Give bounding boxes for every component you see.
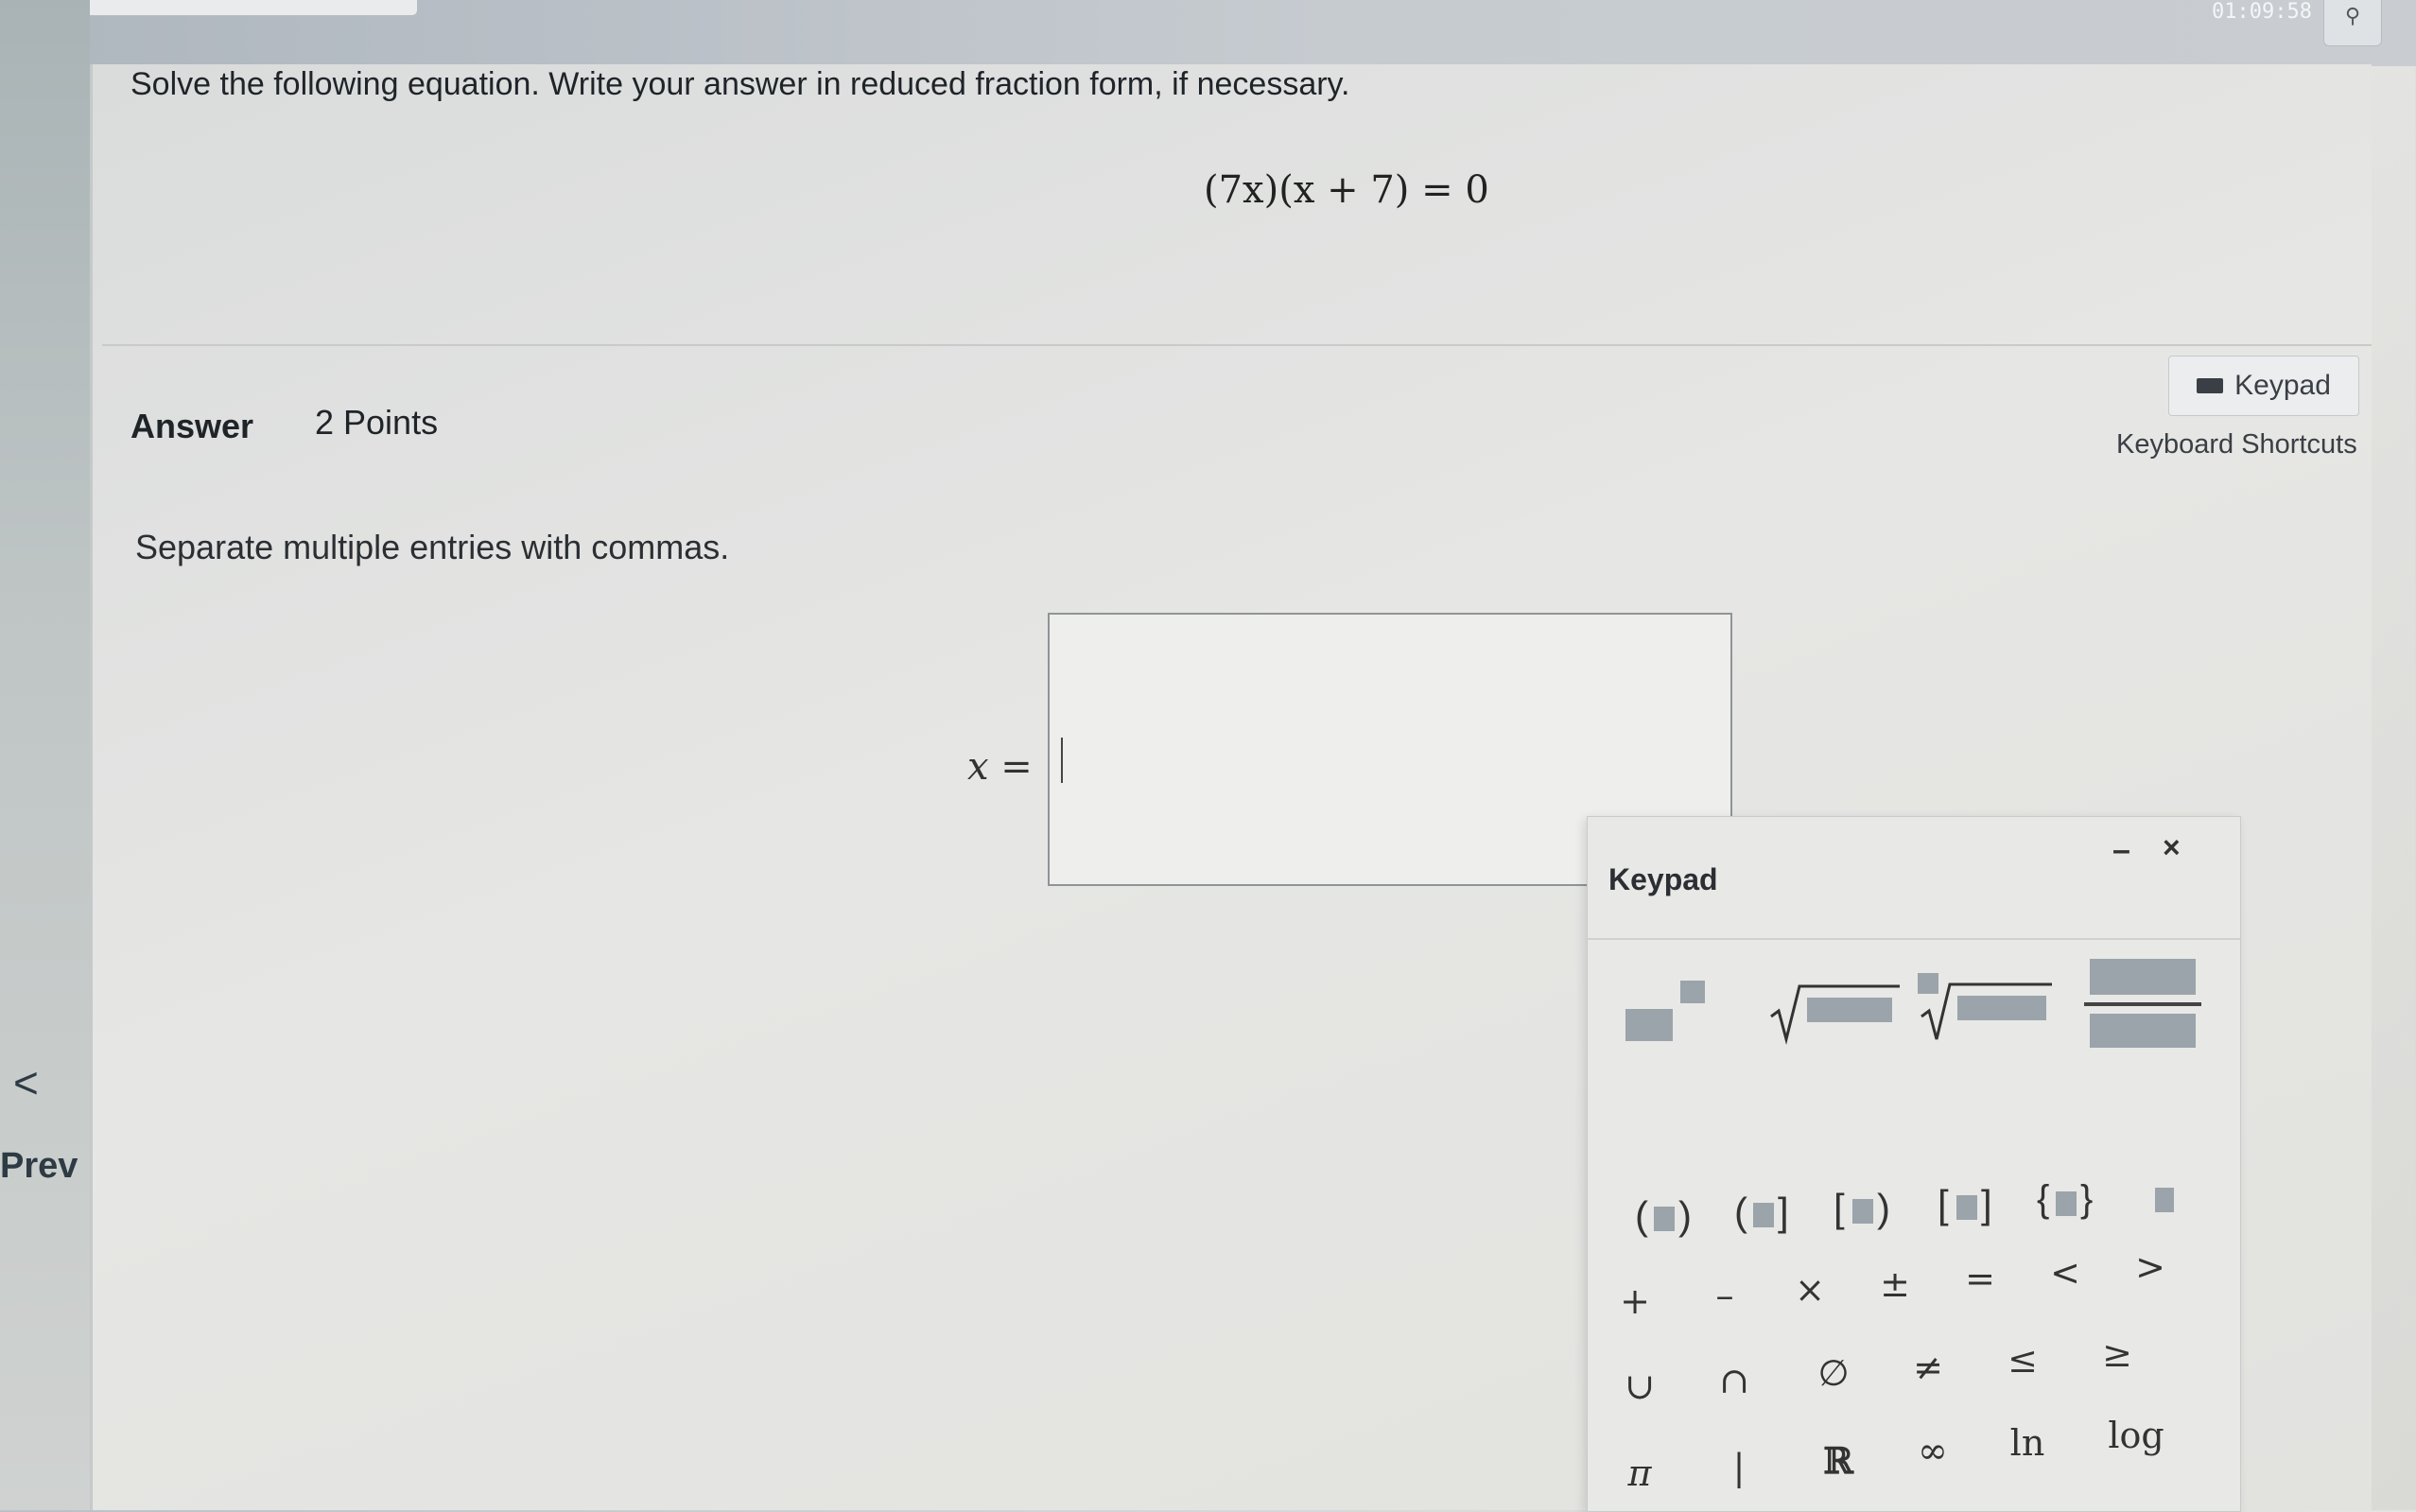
empty-set-key[interactable]: ∅: [1800, 1352, 1867, 1394]
plus-key[interactable]: +: [1602, 1280, 1668, 1322]
intersection-key[interactable]: ∩: [1701, 1360, 1767, 1401]
fraction-template-button[interactable]: [2084, 959, 2202, 1049]
exponent-template-button[interactable]: [1625, 973, 1748, 1049]
less-equal-key[interactable]: ≤: [1990, 1339, 2056, 1381]
brackets-template-button[interactable]: [ ]: [1938, 1182, 2004, 1239]
prev-button[interactable]: Prev: [0, 1146, 78, 1187]
question-panel: Solve the following equation. Write your…: [90, 64, 2372, 1512]
real-numbers-key[interactable]: ℝ: [1805, 1439, 1871, 1482]
minimize-keypad-button[interactable]: –: [2112, 832, 2130, 869]
question-instruction: Solve the following equation. Write your…: [130, 66, 1350, 102]
infinity-key[interactable]: ∞: [1900, 1430, 1966, 1471]
minus-key[interactable]: –: [1692, 1275, 1758, 1316]
nth-root-icon: [1918, 973, 2052, 1040]
square-root-template-button[interactable]: [1767, 973, 1904, 1049]
keypad-separator: [1588, 938, 2240, 940]
text-caret: [1061, 738, 1063, 783]
absolute-value-template-button[interactable]: [2136, 1176, 2193, 1233]
points-label: 2 Points: [315, 403, 439, 442]
close-keypad-button[interactable]: ×: [2163, 830, 2181, 865]
open-closed-interval-button[interactable]: ( ]: [1734, 1190, 1800, 1246]
not-equal-key[interactable]: ≠: [1895, 1347, 1961, 1388]
section-divider: [102, 344, 2372, 346]
separate-hint: Separate multiple entries with commas.: [135, 528, 730, 566]
less-than-key[interactable]: <: [2032, 1252, 2098, 1294]
keypad-panel: Keypad – × () (] [) [] {} + – × ± =…: [1587, 816, 2241, 1512]
timer: 01:09:58: [2212, 0, 2312, 24]
equals-key[interactable]: =: [1947, 1258, 2013, 1299]
sidebar: < Prev: [0, 0, 90, 1510]
keypad-toggle-button[interactable]: Keypad: [2168, 356, 2359, 416]
pin-icon[interactable]: ⚲: [2323, 0, 2382, 46]
square-root-icon: [1770, 984, 1900, 1045]
variable-prefix: x =: [967, 745, 1033, 789]
pi-key[interactable]: π: [1607, 1452, 1673, 1494]
keypad-title: Keypad: [1608, 862, 1718, 896]
plus-minus-key[interactable]: ±: [1862, 1263, 1928, 1305]
greater-equal-key[interactable]: ≥: [2084, 1333, 2150, 1375]
keyboard-icon: [2197, 378, 2224, 393]
ln-key[interactable]: ln: [1994, 1422, 2060, 1464]
union-key[interactable]: ∪: [1607, 1365, 1673, 1407]
nth-root-template-button[interactable]: [1914, 964, 2056, 1049]
keypad-toggle-label: Keypad: [2234, 370, 2331, 401]
braces-template-button[interactable]: { }: [2037, 1178, 2103, 1235]
times-key[interactable]: ×: [1777, 1269, 1843, 1311]
log-key[interactable]: log: [2089, 1415, 2183, 1456]
question-equation: (7x)(x + 7) = 0: [1204, 168, 1489, 212]
greater-than-key[interactable]: >: [2117, 1246, 2183, 1288]
top-tab[interactable]: [85, 0, 418, 16]
top-bar: 01:09:58 ⚲: [0, 0, 2416, 66]
vertical-bar-key[interactable]: |: [1706, 1447, 1772, 1488]
keyboard-shortcuts-link[interactable]: Keyboard Shortcuts: [2116, 429, 2357, 461]
answer-label: Answer: [130, 407, 254, 445]
parentheses-template-button[interactable]: ( ): [1635, 1193, 1701, 1250]
closed-open-interval-button[interactable]: [ ): [1834, 1186, 1900, 1243]
prev-chevron-icon[interactable]: <: [13, 1057, 39, 1108]
